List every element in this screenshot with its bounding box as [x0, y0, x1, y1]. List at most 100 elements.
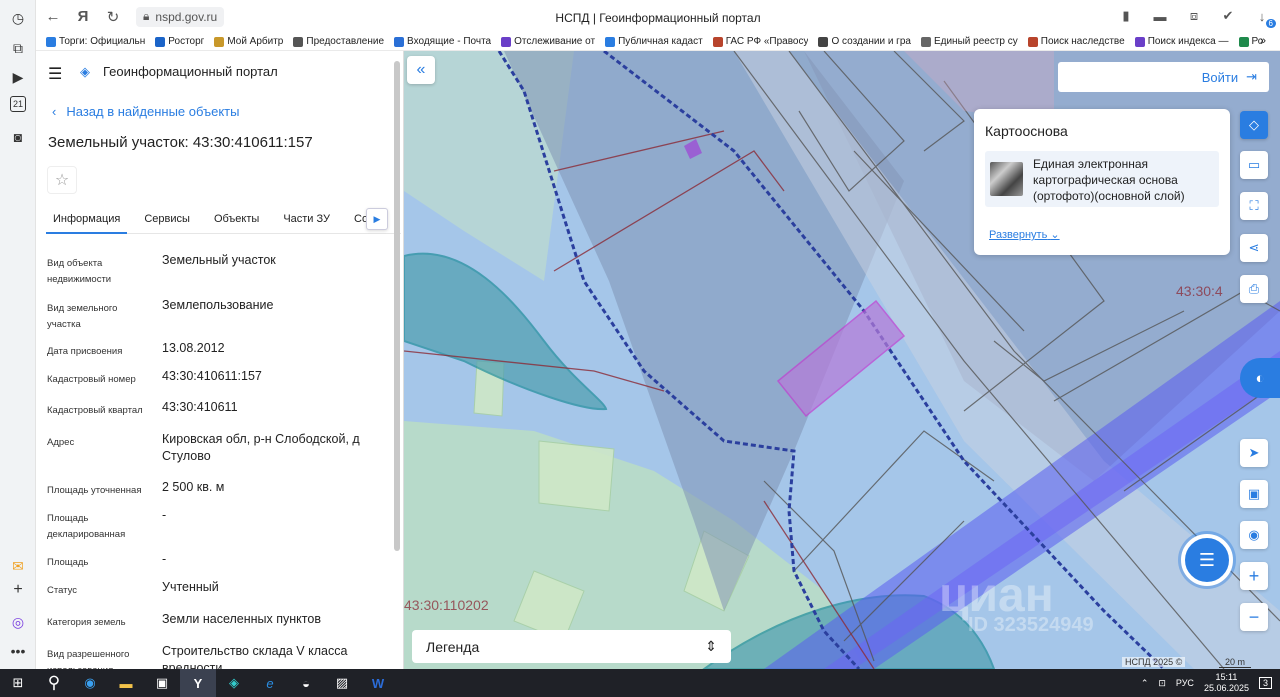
yandex-browser-icon[interactable]: Y	[180, 669, 216, 697]
property-value: Кировская обл, р-н Слободской, д Стулово	[162, 432, 360, 463]
mail-icon[interactable]: ✉	[7, 555, 29, 577]
property-label: Категория земель	[47, 617, 126, 628]
basemap-expand-link[interactable]: Развернуть ⌄	[989, 228, 1060, 241]
lock-icon: 🔒︎	[143, 9, 150, 23]
add-icon[interactable]: +	[7, 579, 29, 601]
photo-icon[interactable]: ▨	[324, 669, 360, 697]
bookmark-icon[interactable]: ▮	[1116, 6, 1136, 26]
bookmark-label: Публичная кадаст	[618, 36, 703, 47]
bookmark-label: Поиск наследстве	[1040, 36, 1125, 47]
bookmark-item[interactable]: ГАС РФ «Правосу	[712, 36, 808, 47]
tab-item[interactable]: Сервисы	[137, 206, 197, 234]
app-icon[interactable]: ◈	[216, 669, 252, 697]
bookmark-item[interactable]: Мой Арбитр	[214, 36, 283, 47]
bookmark-item[interactable]: Единый реестр су	[920, 36, 1018, 47]
video-icon[interactable]: ▶	[7, 66, 29, 88]
expand-label: Развернуть	[989, 229, 1048, 241]
print-icon[interactable]: ⎙	[1240, 275, 1268, 303]
address-bar[interactable]: 🔒︎ nspd.gov.ru	[136, 6, 225, 27]
chat-icon[interactable]: ☰	[1181, 534, 1233, 586]
locate-icon[interactable]: ➤	[1240, 439, 1268, 467]
bookmark-favicon-icon	[501, 36, 512, 47]
bookmarks-more-icon[interactable]: »	[1260, 35, 1266, 47]
assistant-icon[interactable]: ◎	[7, 611, 29, 633]
layers-icon[interactable]: ◇	[1240, 111, 1268, 139]
extensions-icon[interactable]: ⧈	[1184, 6, 1204, 26]
yandex-icon[interactable]: Я	[68, 2, 98, 32]
share-icon[interactable]: ⋖	[1240, 234, 1268, 262]
bookmark-item[interactable]: Входящие - Почта	[394, 36, 491, 47]
bookmark-item[interactable]: Отслеживание от	[501, 36, 595, 47]
ie-icon[interactable]: e	[252, 669, 288, 697]
notifications-icon[interactable]: 3	[1258, 677, 1272, 689]
network-icon[interactable]: ⊡	[1158, 678, 1166, 689]
downloads-badge: 6	[1265, 19, 1276, 28]
disk-icon[interactable]: ◒	[288, 669, 324, 697]
tabs-scroll-right-icon[interactable]: ▶	[366, 208, 388, 230]
menu-icon[interactable]: ☰	[48, 64, 62, 84]
select-area-icon[interactable]: ⛶	[1240, 192, 1268, 220]
favorite-star-icon[interactable]: ☆	[47, 166, 77, 194]
cadastral-label-right: 43:30:4	[1176, 283, 1223, 299]
calendar-icon[interactable]: 21	[10, 96, 26, 112]
word-icon[interactable]: W	[360, 669, 396, 697]
back-icon[interactable]: ←	[38, 2, 68, 32]
bookmark-item[interactable]: Публичная кадаст	[605, 36, 703, 47]
explorer-icon[interactable]: ▬	[108, 669, 144, 697]
ruler-icon[interactable]: ▭	[1240, 151, 1268, 179]
bookmark-item[interactable]: Поиск наследстве	[1027, 36, 1125, 47]
protect-icon[interactable]: ✔	[1218, 6, 1238, 26]
basemap-item[interactable]: Единая электронная картографическая осно…	[985, 151, 1219, 207]
reload-icon[interactable]: ↻	[98, 2, 128, 32]
login-button[interactable]: Войти ⇥	[1058, 62, 1269, 92]
scrollbar-thumb[interactable]	[394, 61, 400, 551]
downloads-icon[interactable]: ↓ 6	[1252, 6, 1276, 28]
minimap-icon[interactable]: ▣	[1240, 480, 1268, 508]
history-icon[interactable]: ◷	[7, 7, 29, 29]
geolocation-icon[interactable]: ◉	[1240, 521, 1268, 549]
legend-selector[interactable]: Легенда ⇕	[412, 630, 731, 663]
clock[interactable]: 15:11 25.06.2025	[1204, 672, 1249, 694]
screenshot-icon[interactable]: ◙	[7, 126, 29, 148]
property-value: Строительство склада V класса вредности	[162, 644, 348, 669]
bookmark-item[interactable]: Росторг	[155, 36, 204, 47]
back-to-results-link[interactable]: ‹ Назад в найденные объекты	[52, 104, 239, 119]
sidebar-scrollbar[interactable]	[393, 61, 401, 661]
more-icon[interactable]: •••	[7, 640, 29, 662]
tab-item[interactable]: Информация	[46, 206, 128, 234]
property-label: Вид земельного участка	[47, 303, 118, 330]
zoom-out-icon[interactable]: −	[1240, 603, 1268, 631]
bookmark-label: Росторг	[168, 36, 205, 47]
tray-chevron-icon[interactable]: ⌃	[1141, 678, 1149, 689]
login-label: Войти	[1201, 69, 1239, 85]
save-icon[interactable]: ▣	[144, 669, 180, 697]
reader-icon[interactable]: ▬	[1150, 6, 1170, 26]
edge-icon[interactable]: ◉	[72, 669, 108, 697]
collapse-panel-icon[interactable]: «	[407, 56, 435, 84]
bookmark-item[interactable]: Предоставление	[293, 36, 384, 47]
bookmark-item[interactable]: Поиск индекса —	[1134, 36, 1229, 47]
property-value: 43:30:410611	[162, 400, 238, 414]
bookmark-favicon-icon	[920, 36, 931, 47]
tab-item[interactable]: Части ЗУ	[276, 206, 337, 234]
notifications-count: 3	[1262, 678, 1268, 688]
bookmark-favicon-icon	[394, 36, 405, 47]
bookmark-favicon-icon	[605, 36, 616, 47]
chevron-left-icon: ‹	[52, 104, 57, 119]
property-value: Землепользование	[162, 298, 274, 312]
watermark-id: ID 323524949	[968, 614, 1094, 636]
assistant-tab-icon[interactable]: ◐	[1240, 358, 1280, 398]
property-value: 13.08.2012	[162, 341, 225, 355]
bookmark-item[interactable]: О создании и гра	[818, 36, 911, 47]
zoom-in-icon[interactable]: +	[1240, 562, 1268, 590]
page-title: Земельный участок: 43:30:410611:157	[48, 134, 313, 151]
start-icon[interactable]: ⊞	[0, 669, 36, 697]
collections-icon[interactable]: ⧉	[7, 37, 29, 59]
tab-item[interactable]: Объекты	[207, 206, 266, 234]
map-view[interactable]: 43:30:110202 43:30:4 циан ID 323524949 «…	[404, 51, 1280, 669]
language-indicator[interactable]: РУС	[1176, 678, 1194, 688]
basemap-thumbnail	[990, 162, 1023, 196]
bookmark-label: О создании и гра	[831, 36, 911, 47]
bookmark-item[interactable]: Торги: Официальн	[46, 36, 145, 47]
search-icon[interactable]: ⚲	[36, 669, 72, 697]
